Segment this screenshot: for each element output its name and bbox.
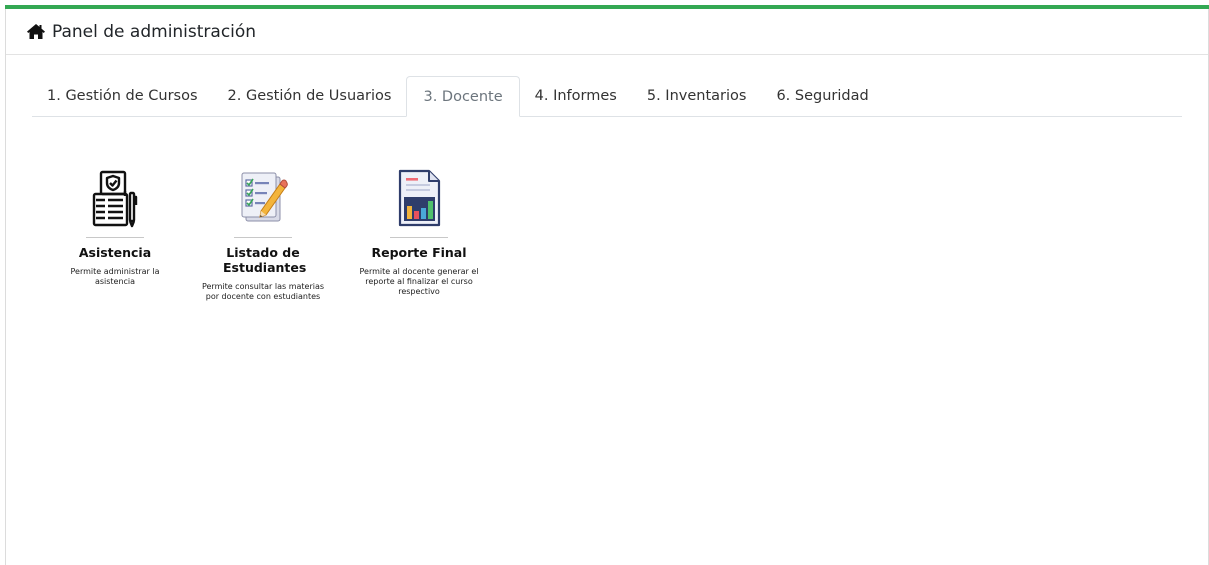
module-title: Listado de Estudiantes [223, 245, 307, 275]
module-tile-listado-estudiantes[interactable]: Listado de Estudiantes Permite consultar… [193, 167, 333, 302]
module-tile-reporte-final[interactable]: Reporte Final Permite al docente generar… [351, 167, 487, 297]
student-checklist-icon [233, 167, 293, 229]
module-description: Permite administrar la asistencia [70, 267, 160, 286]
module-tabs: 1. Gestión de Cursos 2. Gestión de Usuar… [32, 76, 1182, 117]
tab-seguridad[interactable]: 6. Seguridad [761, 76, 883, 116]
tab-gestion-cursos[interactable]: 1. Gestión de Cursos [32, 76, 213, 116]
admin-panel-card: Panel de administración 1. Gestión de Cu… [5, 5, 1209, 565]
module-description: Permite al docente generar el reporte al… [359, 267, 479, 296]
tile-divider [390, 237, 448, 238]
tab-informes[interactable]: 4. Informes [520, 76, 632, 116]
tile-divider [234, 237, 292, 238]
panel-header: Panel de administración [6, 9, 1208, 55]
module-title: Reporte Final [371, 245, 467, 260]
report-chart-icon [389, 167, 449, 229]
page-title: Panel de administración [52, 21, 257, 42]
tab-gestion-usuarios[interactable]: 2. Gestión de Usuarios [213, 76, 407, 116]
attendance-clipboard-icon [85, 167, 145, 229]
tile-divider [86, 237, 144, 238]
tab-docente[interactable]: 3. Docente [406, 76, 520, 117]
home-icon [26, 23, 46, 41]
module-tile-asistencia[interactable]: Asistencia Permite administrar la asiste… [50, 167, 180, 287]
tab-inventarios[interactable]: 5. Inventarios [632, 76, 762, 116]
module-title: Asistencia [78, 245, 152, 260]
module-description: Permite consultar las materias por docen… [201, 282, 325, 301]
